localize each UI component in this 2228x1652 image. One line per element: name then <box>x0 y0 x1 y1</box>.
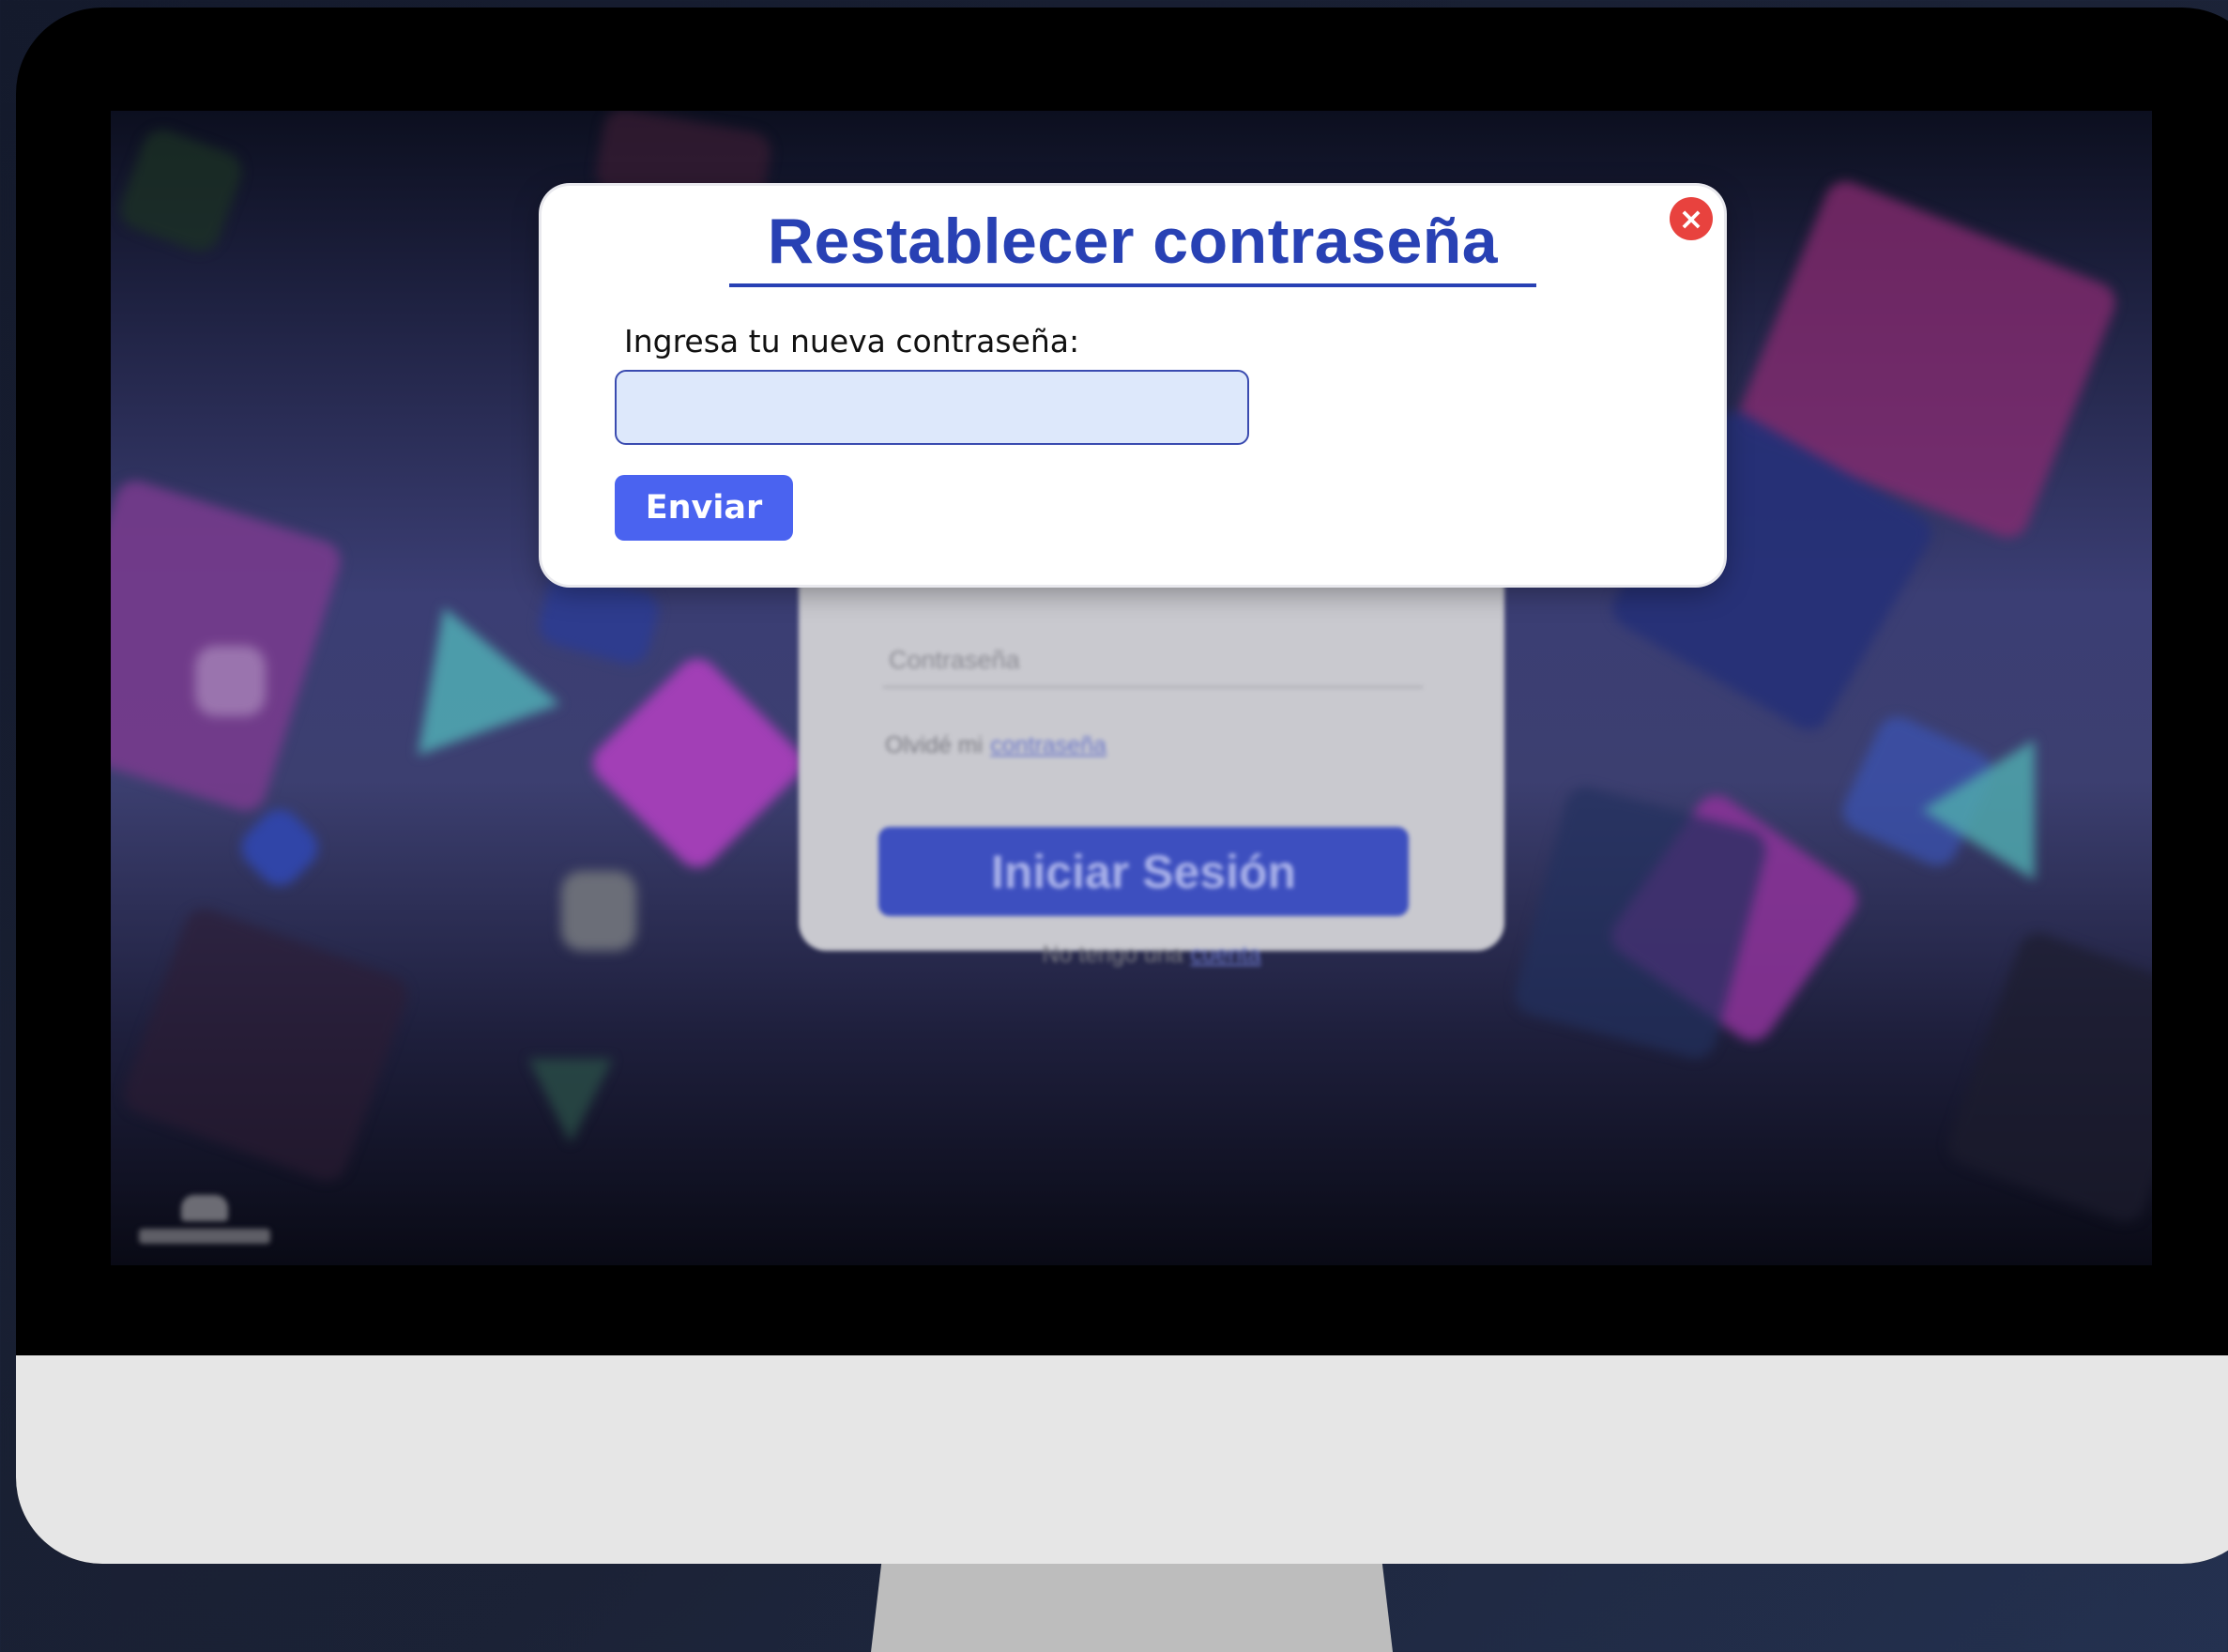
monitor-stand <box>871 1564 1393 1652</box>
title-underline <box>729 283 1536 287</box>
submit-button[interactable]: Enviar <box>615 475 793 541</box>
password-field-label: Contraseña <box>889 646 1020 674</box>
bg-shape <box>584 650 811 877</box>
close-button[interactable]: × <box>1670 197 1713 240</box>
bg-shape <box>1943 927 2152 1228</box>
logo-wordmark <box>139 1229 270 1244</box>
monitor-chin <box>16 1355 2228 1564</box>
new-password-label: Ingresa tu nueva contraseña: <box>624 323 1080 359</box>
bg-shape <box>561 871 636 951</box>
bg-shape <box>528 1059 613 1143</box>
reset-password-modal: Restablecer contraseña × Ingresa tu nuev… <box>542 186 1724 585</box>
bg-shape <box>1922 740 2035 880</box>
login-button[interactable]: Iniciar Sesión <box>878 827 1409 916</box>
modal-title: Restablecer contraseña <box>767 206 1499 277</box>
bg-shape <box>114 124 248 257</box>
close-icon: × <box>1678 201 1704 237</box>
signup-link[interactable]: cuenta <box>1191 941 1261 968</box>
forgot-password-link[interactable]: contraseña <box>990 732 1106 758</box>
bg-shape <box>195 646 266 716</box>
bg-shape <box>118 903 413 1186</box>
forgot-password-row: Olvidé mi contraseña <box>885 732 1106 759</box>
logo-mark <box>181 1195 228 1221</box>
forgot-password-text: Olvidé mi <box>885 732 984 758</box>
signup-row: No tengo una cuenta <box>799 941 1504 969</box>
signup-text: No tengo una <box>1042 941 1183 968</box>
password-field-line <box>883 686 1423 688</box>
brand-logo <box>130 1195 280 1251</box>
new-password-input[interactable] <box>615 370 1249 445</box>
bg-shape <box>233 801 327 895</box>
